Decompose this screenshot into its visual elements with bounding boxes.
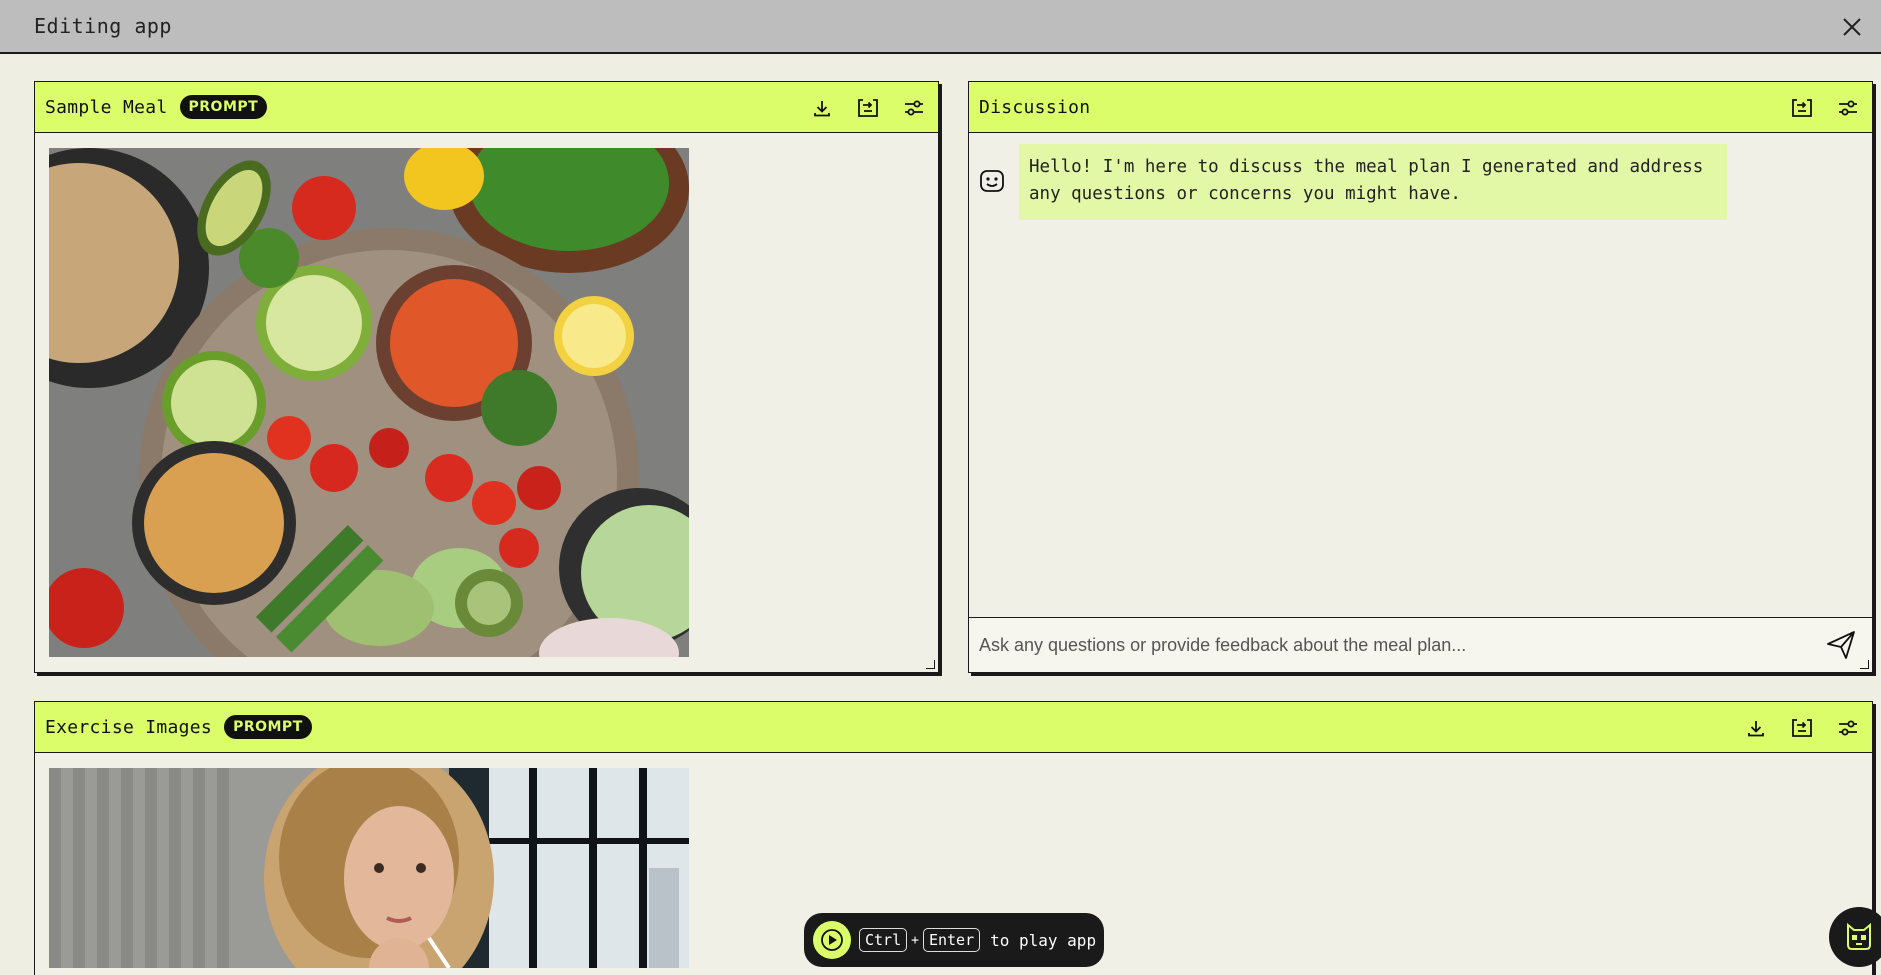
prompt-badge: PROMPT <box>224 715 312 739</box>
exercise-panel-header: Exercise Images PROMPT <box>35 702 1872 753</box>
plus-sign: + <box>911 932 919 948</box>
discussion-panel: Discussion Hello! I'm here to discuss th… <box>968 81 1873 673</box>
exercise-panel-title: Exercise Images <box>45 716 213 738</box>
discussion-panel-header: Discussion <box>969 82 1872 133</box>
output-icon[interactable] <box>852 92 884 124</box>
enter-key: Enter <box>922 928 981 952</box>
resize-handle[interactable] <box>1860 660 1869 669</box>
meal-panel-title: Sample Meal <box>45 96 168 118</box>
meal-image <box>49 148 689 657</box>
assistant-mascot-button[interactable] <box>1829 907 1881 967</box>
play-app-text: to play app <box>990 930 1097 950</box>
send-icon[interactable] <box>1824 628 1858 662</box>
settings-sliders-icon[interactable] <box>1832 712 1864 744</box>
output-icon[interactable] <box>1786 92 1818 124</box>
download-icon[interactable] <box>1740 712 1772 744</box>
window-titlebar: Editing app <box>0 0 1881 54</box>
download-icon[interactable] <box>806 92 838 124</box>
settings-sliders-icon[interactable] <box>1832 92 1864 124</box>
bot-avatar-icon <box>980 170 1004 192</box>
play-icon <box>821 929 843 951</box>
settings-sliders-icon[interactable] <box>898 92 930 124</box>
window-title: Editing app <box>34 14 172 38</box>
meal-panel-header: Sample Meal PROMPT <box>35 82 938 133</box>
prompt-badge: PROMPT <box>179 95 268 119</box>
close-icon[interactable] <box>1837 12 1867 42</box>
exercise-image <box>49 768 689 968</box>
chat-message: Hello! I'm here to discuss the meal plan… <box>979 144 1727 220</box>
discussion-panel-title: Discussion <box>979 96 1091 118</box>
ctrl-key: Ctrl <box>859 928 908 952</box>
chat-input[interactable] <box>979 634 1824 656</box>
play-button[interactable] <box>813 921 851 959</box>
meal-panel: Sample Meal PROMPT <box>34 81 939 673</box>
output-icon[interactable] <box>1786 712 1818 744</box>
play-app-bar: Ctrl + Enter to play app <box>804 913 1104 967</box>
cat-icon <box>1847 922 1871 950</box>
chat-input-bar <box>969 617 1872 672</box>
chat-message-text: Hello! I'm here to discuss the meal plan… <box>1019 144 1727 220</box>
resize-handle[interactable] <box>926 660 935 669</box>
